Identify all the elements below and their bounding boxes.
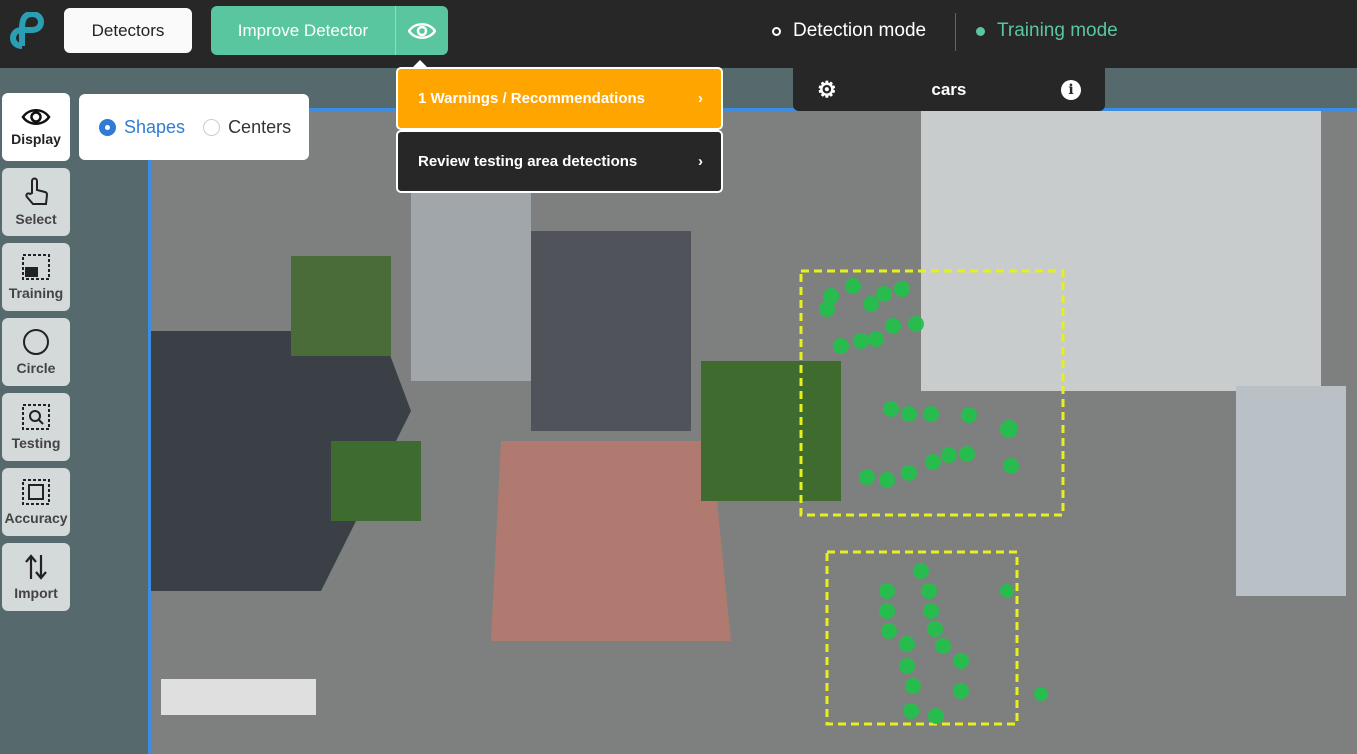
shapes-radio[interactable]: Shapes [99, 117, 185, 138]
warnings-menu-item[interactable]: 1 Warnings / Recommendations › [396, 67, 723, 130]
radio-off-icon [772, 26, 781, 36]
training-mode-label: Training mode [997, 20, 1118, 41]
app-logo [10, 12, 44, 49]
centers-radio[interactable]: Centers [203, 117, 291, 138]
tool-label: Import [14, 585, 58, 601]
circle-icon [23, 329, 49, 355]
radio-unselected-icon [203, 118, 221, 136]
improve-detector-label[interactable]: Improve Detector [211, 6, 396, 55]
training-area-icon [22, 254, 50, 280]
eye-icon [21, 109, 51, 125]
import-icon [25, 554, 47, 580]
tool-accuracy[interactable]: Accuracy [2, 468, 70, 536]
chevron-right-icon: › [698, 153, 703, 170]
tool-testing[interactable]: Testing [2, 393, 70, 461]
tool-label: Display [11, 131, 61, 147]
shapes-label: Shapes [124, 116, 186, 137]
gear-icon[interactable]: ⚙ [817, 77, 837, 103]
radio-selected-icon [99, 118, 116, 136]
tool-training[interactable]: Training [2, 243, 70, 311]
chevron-right-icon: › [698, 90, 703, 107]
hand-pointer-icon [25, 177, 48, 205]
training-mode-toggle[interactable]: Training mode [976, 20, 1118, 42]
eye-icon[interactable] [396, 6, 448, 55]
tool-label: Accuracy [4, 510, 68, 526]
review-testing-menu-item[interactable]: Review testing area detections › [396, 130, 723, 193]
improve-detector-button[interactable]: Improve Detector [211, 6, 448, 55]
info-icon[interactable]: i [1061, 79, 1081, 100]
tool-label: Testing [11, 435, 61, 451]
radio-on-icon [976, 26, 985, 36]
menu-item-label: Review testing area detections [418, 153, 638, 170]
display-options-panel: Shapes Centers [79, 94, 309, 160]
detection-mode-toggle[interactable]: Detection mode [772, 20, 926, 42]
testing-area-icon [22, 404, 50, 430]
divider [955, 13, 956, 51]
category-bar: ⚙ cars i [793, 68, 1105, 111]
accuracy-icon [22, 479, 50, 505]
tool-import[interactable]: Import [2, 543, 70, 611]
detectors-button[interactable]: Detectors [64, 8, 192, 53]
tool-circle[interactable]: Circle [2, 318, 70, 386]
map-canvas[interactable] [148, 108, 1357, 754]
top-bar: Detectors Improve Detector Detection mod… [0, 0, 1357, 68]
category-name: cars [931, 79, 967, 99]
tool-select[interactable]: Select [2, 168, 70, 236]
tool-label: Circle [16, 360, 56, 376]
tool-sidebar: Display Select Training Circle Testing A… [2, 93, 70, 618]
tool-display[interactable]: Display [2, 93, 70, 161]
detection-mode-label: Detection mode [793, 20, 927, 41]
menu-item-label: 1 Warnings / Recommendations [418, 90, 645, 107]
tool-label: Select [15, 211, 57, 227]
aerial-image [151, 111, 1357, 754]
improve-dropdown-menu: 1 Warnings / Recommendations › Review tes… [396, 67, 723, 193]
centers-label: Centers [228, 116, 292, 137]
tool-label: Training [8, 285, 64, 301]
